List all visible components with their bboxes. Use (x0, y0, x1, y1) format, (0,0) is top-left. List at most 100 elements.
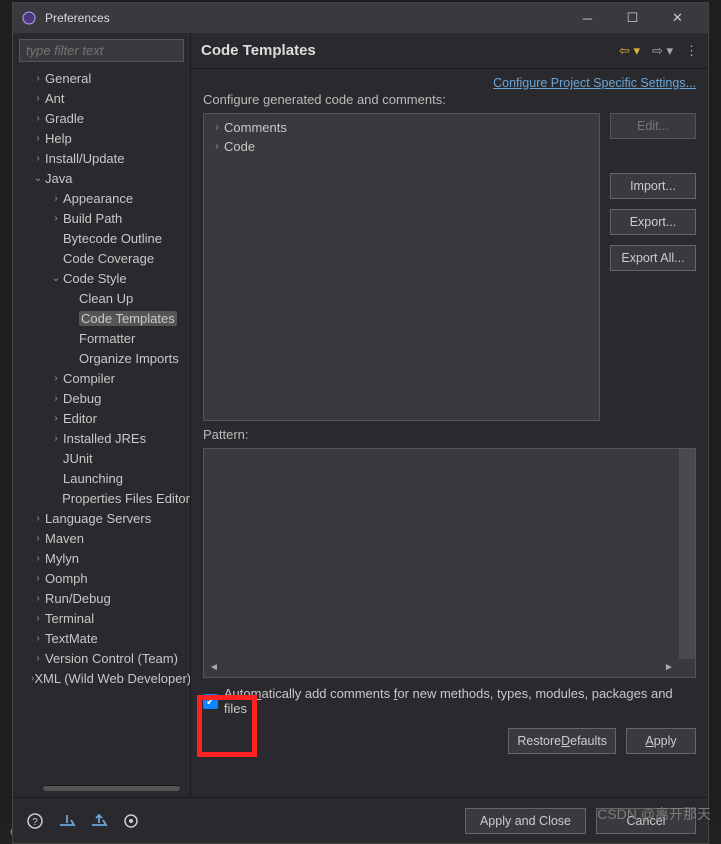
tree-item-properties-files-editor[interactable]: Properties Files Editor (13, 488, 190, 508)
chevron-right-icon[interactable]: › (49, 393, 63, 404)
restore-defaults-button[interactable]: Restore Defaults (508, 728, 616, 754)
auto-comment-label[interactable]: Automatically add comments for new metho… (224, 686, 696, 716)
oomph-icon[interactable] (121, 811, 141, 831)
code-templates-tree[interactable]: ›Comments›Code (203, 113, 600, 421)
import-prefs-icon[interactable] (57, 811, 77, 831)
tree-item-oomph[interactable]: ›Oomph (13, 568, 190, 588)
scroll-left-icon[interactable]: ◄ (208, 662, 220, 674)
tree-item-launching[interactable]: Launching (13, 468, 190, 488)
tree-item-maven[interactable]: ›Maven (13, 528, 190, 548)
preferences-tree[interactable]: ›General›Ant›Gradle›Help›Install/Update⌄… (13, 68, 190, 785)
pattern-vscroll[interactable] (679, 449, 695, 659)
chevron-right-icon[interactable]: › (31, 613, 45, 624)
tree-item-java[interactable]: ⌄Java (13, 168, 190, 188)
nav-back-icon[interactable]: ⇦ ▾ (619, 43, 640, 59)
tree-item-label: Maven (45, 531, 84, 546)
tree-item-help[interactable]: ›Help (13, 128, 190, 148)
scroll-right-icon[interactable]: ► (663, 662, 675, 674)
tree-item-formatter[interactable]: Formatter (13, 328, 190, 348)
chevron-right-icon[interactable]: › (31, 93, 45, 104)
tree-item-build-path[interactable]: ›Build Path (13, 208, 190, 228)
tree-item-label: Oomph (45, 571, 88, 586)
minimize-button[interactable]: ─ (565, 3, 610, 33)
tree-item-mylyn[interactable]: ›Mylyn (13, 548, 190, 568)
chevron-right-icon[interactable]: › (31, 533, 45, 544)
tree-item-terminal[interactable]: ›Terminal (13, 608, 190, 628)
chevron-right-icon[interactable]: › (31, 513, 45, 524)
chevron-right-icon[interactable]: › (49, 213, 63, 224)
code-tree-item-comments[interactable]: ›Comments (210, 118, 593, 137)
tree-item-xml-wild-web-developer-[interactable]: ›XML (Wild Web Developer) (13, 668, 190, 688)
tree-item-label: General (45, 71, 91, 86)
tree-item-language-servers[interactable]: ›Language Servers (13, 508, 190, 528)
chevron-right-icon[interactable]: › (210, 122, 224, 133)
titlebar[interactable]: Preferences ─ ☐ ✕ (13, 3, 708, 33)
tree-item-label: Debug (63, 391, 101, 406)
tree-item-version-control-team-[interactable]: ›Version Control (Team) (13, 648, 190, 668)
chevron-down-icon[interactable]: ⌄ (31, 173, 45, 184)
tree-item-textmate[interactable]: ›TextMate (13, 628, 190, 648)
tree-item-code-style[interactable]: ⌄Code Style (13, 268, 190, 288)
chevron-right-icon[interactable]: › (49, 433, 63, 444)
tree-item-bytecode-outline[interactable]: Bytecode Outline (13, 228, 190, 248)
chevron-right-icon[interactable]: › (31, 593, 45, 604)
chevron-right-icon[interactable]: › (49, 193, 63, 204)
window-title: Preferences (45, 11, 565, 25)
tree-item-code-coverage[interactable]: Code Coverage (13, 248, 190, 268)
export-all-button[interactable]: Export All... (610, 245, 696, 271)
chevron-right-icon[interactable]: › (31, 133, 45, 144)
import-button[interactable]: Import... (610, 173, 696, 199)
chevron-right-icon[interactable]: › (31, 633, 45, 644)
chevron-right-icon[interactable]: › (31, 73, 45, 84)
export-button[interactable]: Export... (610, 209, 696, 235)
tree-item-appearance[interactable]: ›Appearance (13, 188, 190, 208)
help-icon[interactable]: ? (25, 811, 45, 831)
tree-item-code-templates[interactable]: Code Templates (13, 308, 190, 328)
tree-item-label: Compiler (63, 371, 115, 386)
chevron-right-icon[interactable]: › (31, 553, 45, 564)
cancel-button[interactable]: Cancel (596, 808, 696, 834)
tree-item-editor[interactable]: ›Editor (13, 408, 190, 428)
tree-item-debug[interactable]: ›Debug (13, 388, 190, 408)
sidebar-scrollbar[interactable] (43, 785, 180, 791)
apply-button[interactable]: Apply (626, 728, 696, 754)
filter-input[interactable] (19, 39, 184, 62)
preferences-window: Preferences ─ ☐ ✕ ›General›Ant›Gradle›He… (12, 2, 709, 844)
maximize-button[interactable]: ☐ (610, 3, 655, 33)
project-specific-link[interactable]: Configure Project Specific Settings... (493, 76, 696, 90)
pattern-label: Pattern: (203, 427, 696, 442)
auto-comment-checkbox[interactable]: ✓ (203, 694, 218, 709)
chevron-right-icon[interactable]: › (210, 141, 224, 152)
pattern-textarea[interactable]: ◄ ► (203, 448, 696, 678)
tree-item-organize-imports[interactable]: Organize Imports (13, 348, 190, 368)
tree-item-ant[interactable]: ›Ant (13, 88, 190, 108)
chevron-right-icon[interactable]: › (31, 153, 45, 164)
chevron-right-icon[interactable]: › (31, 573, 45, 584)
apply-close-button[interactable]: Apply and Close (465, 808, 586, 834)
menu-icon[interactable]: ⋮ (685, 43, 698, 59)
chevron-right-icon[interactable]: › (49, 413, 63, 424)
tree-item-compiler[interactable]: ›Compiler (13, 368, 190, 388)
close-button[interactable]: ✕ (655, 3, 700, 33)
chevron-right-icon[interactable]: › (31, 653, 45, 664)
chevron-down-icon[interactable]: ⌄ (49, 273, 63, 284)
dialog-button-bar: ? Apply and Close Cancel (13, 797, 708, 843)
tree-item-label: Version Control (Team) (45, 651, 178, 666)
tree-item-install-update[interactable]: ›Install/Update (13, 148, 190, 168)
code-tree-item-code[interactable]: ›Code (210, 137, 593, 156)
nav-forward-icon[interactable]: ⇨ ▾ (652, 43, 673, 59)
edit-button[interactable]: Edit... (610, 113, 696, 139)
pattern-hscroll[interactable]: ◄ ► (208, 661, 675, 675)
tree-item-clean-up[interactable]: Clean Up (13, 288, 190, 308)
tree-item-label: Code Templates (79, 311, 177, 326)
tree-item-junit[interactable]: JUnit (13, 448, 190, 468)
tree-item-label: Install/Update (45, 151, 125, 166)
tree-item-general[interactable]: ›General (13, 68, 190, 88)
tree-item-run-debug[interactable]: ›Run/Debug (13, 588, 190, 608)
export-prefs-icon[interactable] (89, 811, 109, 831)
chevron-right-icon[interactable]: › (49, 373, 63, 384)
tree-item-installed-jres[interactable]: ›Installed JREs (13, 428, 190, 448)
chevron-right-icon[interactable]: › (31, 113, 45, 124)
code-tree-label: Code (224, 139, 255, 154)
tree-item-gradle[interactable]: ›Gradle (13, 108, 190, 128)
